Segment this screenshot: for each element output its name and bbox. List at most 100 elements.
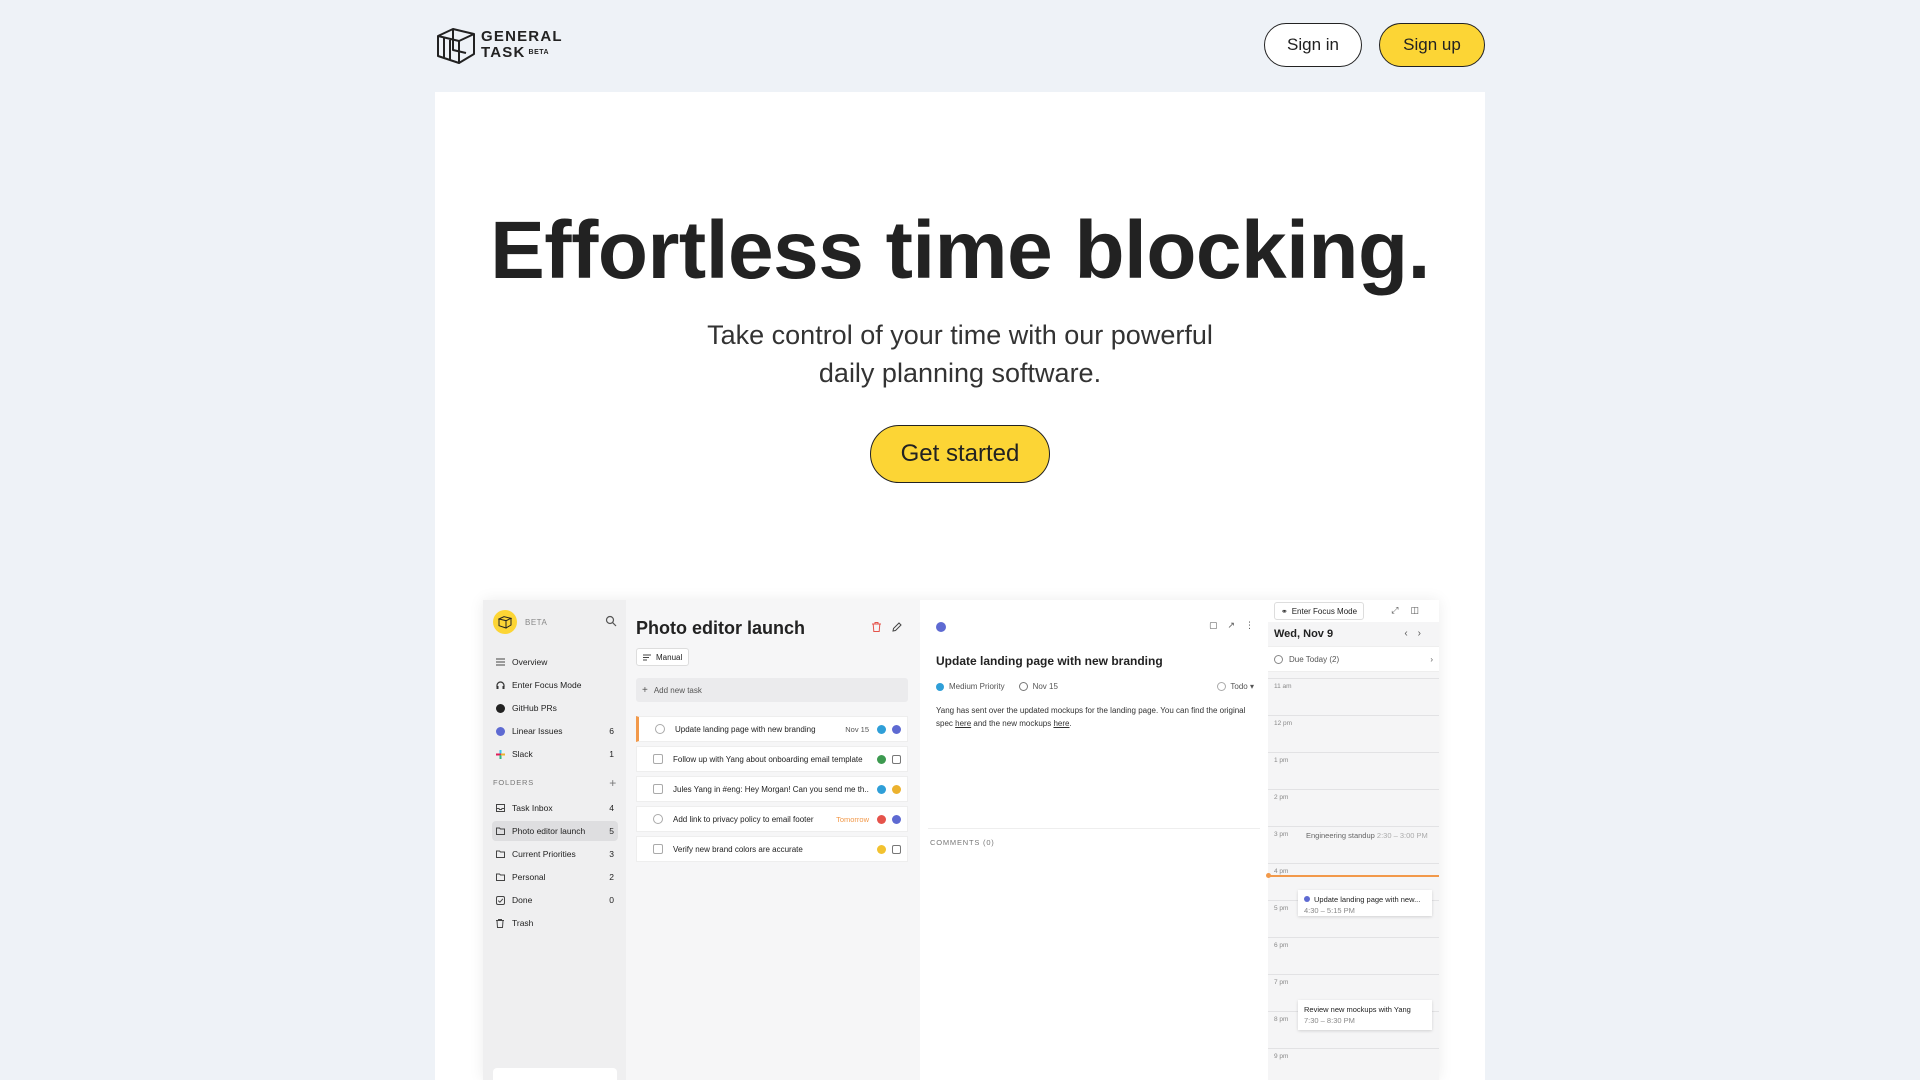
slack-icon [892, 784, 901, 794]
chevron-down-icon: ▾ [1249, 682, 1254, 691]
task-row[interactable]: Jules Yang in #eng: Hey Morgan! Can you … [636, 776, 908, 802]
hour-slot[interactable]: 1 pm [1268, 752, 1439, 790]
calendar-nav: ‹› [1404, 628, 1431, 639]
mockups-link[interactable]: here [1053, 719, 1069, 728]
due-today-label: Due Today (2) [1289, 654, 1340, 664]
hour-label: 9 pm [1274, 1053, 1289, 1060]
hour-slot[interactable]: 2 pm [1268, 789, 1439, 827]
sidebar-bottom-button[interactable] [493, 1068, 617, 1080]
hour-label: 5 pm [1274, 905, 1289, 912]
calendar-window-tools: ⤢◫ [1391, 605, 1431, 616]
sidebar-item-done[interactable]: Done 0 [492, 890, 618, 910]
sidebar-item-current-priorities[interactable]: Current Priorities 3 [492, 844, 618, 864]
external-link-icon[interactable]: ↗ [1227, 620, 1235, 631]
task-row[interactable]: Update landing page with new branding No… [636, 716, 908, 742]
hour-label: 12 pm [1274, 720, 1293, 727]
sidebar-top: BETA [493, 610, 617, 634]
pencil-icon[interactable] [892, 622, 902, 632]
task-checkbox[interactable] [653, 754, 663, 764]
sidebar-item-slack[interactable]: Slack 1 [492, 744, 618, 764]
sidebar-item-focus-mode[interactable]: Enter Focus Mode [492, 675, 618, 695]
sidebar-item-label: Enter Focus Mode [512, 680, 582, 690]
chevron-right-icon[interactable]: › [1418, 628, 1431, 639]
more-icon[interactable]: ⋮ [1245, 620, 1254, 631]
detail-description: Yang has sent over the updated mockups f… [936, 704, 1256, 730]
task-checkbox[interactable] [653, 784, 663, 794]
status-dropdown[interactable]: Todo ▾ [1217, 682, 1254, 692]
site-header: GENERAL TASK BETA Sign in Sign up [435, 18, 1485, 74]
hero-subtitle: Take control of your time with our power… [707, 320, 1213, 388]
hour-slot[interactable]: 11 am [1268, 678, 1439, 716]
task-title: Jules Yang in #eng: Hey Morgan! Can you … [673, 784, 869, 794]
folder-icon [495, 849, 505, 859]
status-label: Todo [1230, 682, 1248, 691]
app-preview-screenshot: BETA Overview Enter Focus Mode GitHub PR… [483, 600, 1439, 1080]
hour-slot[interactable]: 6 pm [1268, 937, 1439, 975]
add-task-input[interactable]: + Add new task [636, 678, 908, 702]
priority-selector[interactable]: Medium Priority [936, 682, 1005, 691]
calendar-event-review-mockups[interactable]: Review new mockups with Yang 7:30 – 8:30… [1298, 1000, 1432, 1030]
general-task-logo[interactable]: GENERAL TASK BETA [435, 24, 563, 66]
priority-icon [936, 682, 944, 691]
sidebar-item-task-inbox[interactable]: Task Inbox 4 [492, 798, 618, 818]
sort-dropdown[interactable]: Manual [636, 648, 690, 666]
hour-slot[interactable]: 12 pm [1268, 715, 1439, 753]
sidebar-item-personal[interactable]: Personal 2 [492, 867, 618, 887]
sidebar-item-github-prs[interactable]: GitHub PRs [492, 698, 618, 718]
headphones-icon: ⚭ [1281, 606, 1288, 616]
sign-up-button[interactable]: Sign up [1379, 23, 1485, 67]
due-today-row[interactable]: Due Today (2) › [1268, 646, 1439, 672]
task-checkbox[interactable] [655, 724, 665, 734]
folder-icon [495, 826, 505, 836]
hour-slot[interactable]: 9 pm [1268, 1048, 1439, 1080]
trash-icon[interactable] [872, 622, 881, 632]
due-date-selector[interactable]: Nov 15 [1018, 682, 1058, 691]
sidebar-item-label: Task Inbox [512, 803, 553, 813]
sidebar-item-count: 0 [609, 895, 614, 905]
notes-icon [892, 844, 901, 854]
sidebar-item-trash[interactable]: Trash [492, 913, 618, 933]
plus-icon: + [642, 684, 648, 696]
sidebar-item-photo-editor-launch[interactable]: Photo editor launch 5 [492, 821, 618, 841]
spec-link[interactable]: here [955, 719, 971, 728]
task-checkbox[interactable] [653, 844, 663, 854]
calendar-event-landing-page[interactable]: Update landing page with new... 4:30 – 5… [1298, 890, 1432, 916]
sidebar-item-linear-issues[interactable]: Linear Issues 6 [492, 721, 618, 741]
sidebar-toggle-icon[interactable]: ◫ [1410, 605, 1431, 615]
task-row[interactable]: Verify new brand colors are accurate [636, 836, 908, 862]
clock-icon [1274, 654, 1283, 664]
detail-toolbar: ▢ ↗ ⋮ [1209, 620, 1254, 631]
enter-focus-mode-button[interactable]: ⚭ Enter Focus Mode [1274, 602, 1365, 620]
clock-icon [1018, 682, 1028, 691]
sidebar-item-count: 3 [609, 849, 614, 859]
get-started-button[interactable]: Get started [870, 425, 1050, 483]
sidebar-item-label: Done [512, 895, 533, 905]
priority-icon [877, 814, 886, 824]
linear-icon [1304, 896, 1310, 902]
task-title: Verify new brand colors are accurate [673, 844, 803, 854]
calendar-event-standup[interactable]: Engineering standup 2:30 – 3:00 PM [1306, 831, 1428, 840]
comments-header: COMMENTS (0) [930, 838, 995, 847]
sidebar-item-count: 4 [609, 803, 614, 813]
hour-label: 11 am [1274, 683, 1292, 690]
sidebar-beta-label: BETA [525, 617, 548, 627]
sign-in-button[interactable]: Sign in [1264, 23, 1362, 67]
task-checkbox[interactable] [653, 814, 663, 824]
expand-icon[interactable]: ⤢ [1391, 605, 1410, 615]
task-due: Nov 15 [845, 724, 869, 734]
add-folder-icon[interactable]: + [609, 776, 617, 790]
folder-icon[interactable]: ▢ [1209, 620, 1218, 631]
task-row[interactable]: Follow up with Yang about onboarding ema… [636, 746, 908, 772]
github-icon [495, 703, 505, 713]
sidebar-item-label: Slack [512, 749, 533, 759]
event-title: Update landing page with new... [1314, 895, 1421, 904]
search-icon[interactable] [605, 615, 617, 627]
hour-label: 4 pm [1274, 868, 1289, 875]
beta-tag: BETA [528, 49, 550, 57]
sidebar-item-overview[interactable]: Overview [492, 652, 618, 672]
event-time: 4:30 – 5:15 PM [1304, 906, 1355, 915]
task-row[interactable]: Add link to privacy policy to email foot… [636, 806, 908, 832]
sidebar-item-label: Photo editor launch [512, 826, 586, 836]
chevron-left-icon[interactable]: ‹ [1404, 628, 1417, 639]
event-time: 2:30 – 3:00 PM [1376, 831, 1428, 840]
